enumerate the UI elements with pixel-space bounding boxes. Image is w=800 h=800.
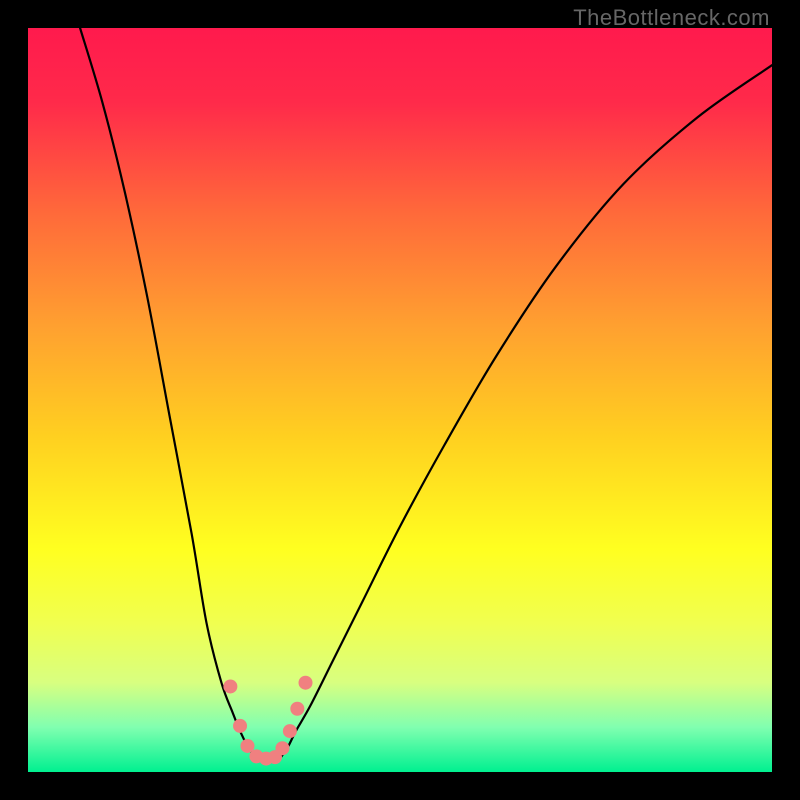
chart-background-gradient [28, 28, 772, 772]
chart-plot-area [28, 28, 772, 772]
